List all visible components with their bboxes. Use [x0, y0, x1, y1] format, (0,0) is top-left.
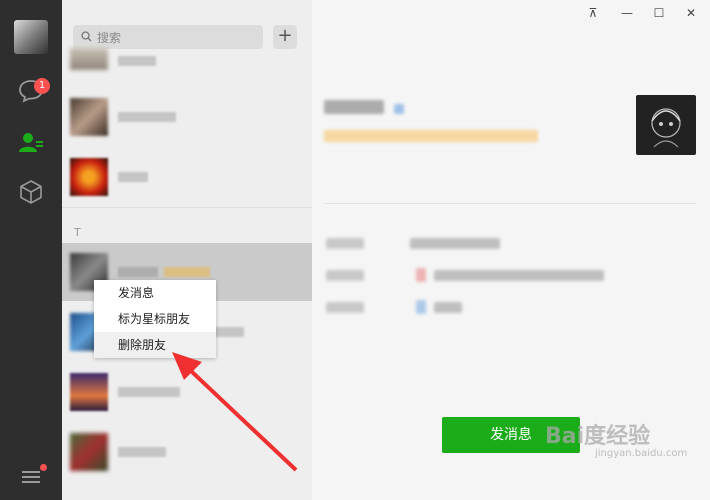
- contact-context-menu: 发消息 标为星标朋友 删除朋友: [94, 280, 216, 358]
- contact-remark: [164, 267, 210, 277]
- profile-divider: [324, 203, 696, 204]
- detail-label: [326, 238, 364, 249]
- baidu-watermark: Bai度经验: [545, 424, 651, 449]
- detail-label: [326, 302, 364, 313]
- add-contact-button[interactable]: +: [273, 25, 297, 49]
- section-divider: [62, 207, 312, 208]
- detail-value: [434, 270, 604, 281]
- contact-name: [118, 172, 148, 182]
- profile-name: [324, 100, 384, 114]
- contact-avatar: [70, 98, 108, 136]
- detail-flag-icon: [416, 268, 426, 282]
- contact-avatar: [70, 158, 108, 196]
- user-avatar[interactable]: [14, 20, 48, 54]
- minimize-button[interactable]: —: [618, 5, 636, 21]
- mini-program-cube-icon[interactable]: [16, 177, 46, 207]
- contact-name: [118, 447, 166, 457]
- profile-avatar[interactable]: [636, 95, 696, 155]
- detail-value: [434, 302, 462, 313]
- contact-name: [118, 56, 156, 66]
- navigation-rail: 1: [0, 0, 62, 500]
- contact-avatar: [70, 433, 108, 471]
- menu-item-delete-friend[interactable]: 删除朋友: [94, 332, 216, 358]
- contact-row[interactable]: [62, 148, 312, 206]
- anime-avatar-image: [651, 108, 681, 148]
- profile-panel: ⊼ — ☐ ✕ 发消息: [312, 0, 710, 500]
- detail-label: [326, 270, 364, 281]
- contact-avatar: [70, 373, 108, 411]
- contact-name: [118, 112, 176, 122]
- profile-signature: [324, 130, 538, 142]
- menu-item-send-message[interactable]: 发消息: [94, 280, 216, 306]
- close-button[interactable]: ✕: [682, 5, 700, 21]
- detail-value: [410, 238, 500, 249]
- search-box[interactable]: [73, 25, 263, 51]
- search-icon: [81, 31, 92, 42]
- contact-row[interactable]: [62, 48, 312, 74]
- unread-badge: 1: [34, 78, 50, 94]
- contact-name: [118, 387, 180, 397]
- contact-list-panel: + T: [62, 0, 312, 500]
- gender-icon: [394, 104, 404, 114]
- contact-row[interactable]: [62, 363, 312, 421]
- menu-item-star-friend[interactable]: 标为星标朋友: [94, 306, 216, 332]
- contact-avatar: [70, 48, 108, 70]
- menu-notification-dot: [40, 464, 47, 471]
- pin-window-button[interactable]: ⊼: [584, 5, 602, 21]
- contacts-icon[interactable]: [16, 128, 46, 158]
- maximize-button[interactable]: ☐: [650, 5, 668, 21]
- baidu-watermark-url: jingyan.baidu.com: [595, 448, 688, 459]
- contact-row[interactable]: [62, 88, 312, 146]
- section-header-letter: T: [74, 226, 81, 239]
- contact-name: [118, 267, 158, 277]
- detail-source-icon: [416, 300, 426, 314]
- contact-row[interactable]: [62, 423, 312, 481]
